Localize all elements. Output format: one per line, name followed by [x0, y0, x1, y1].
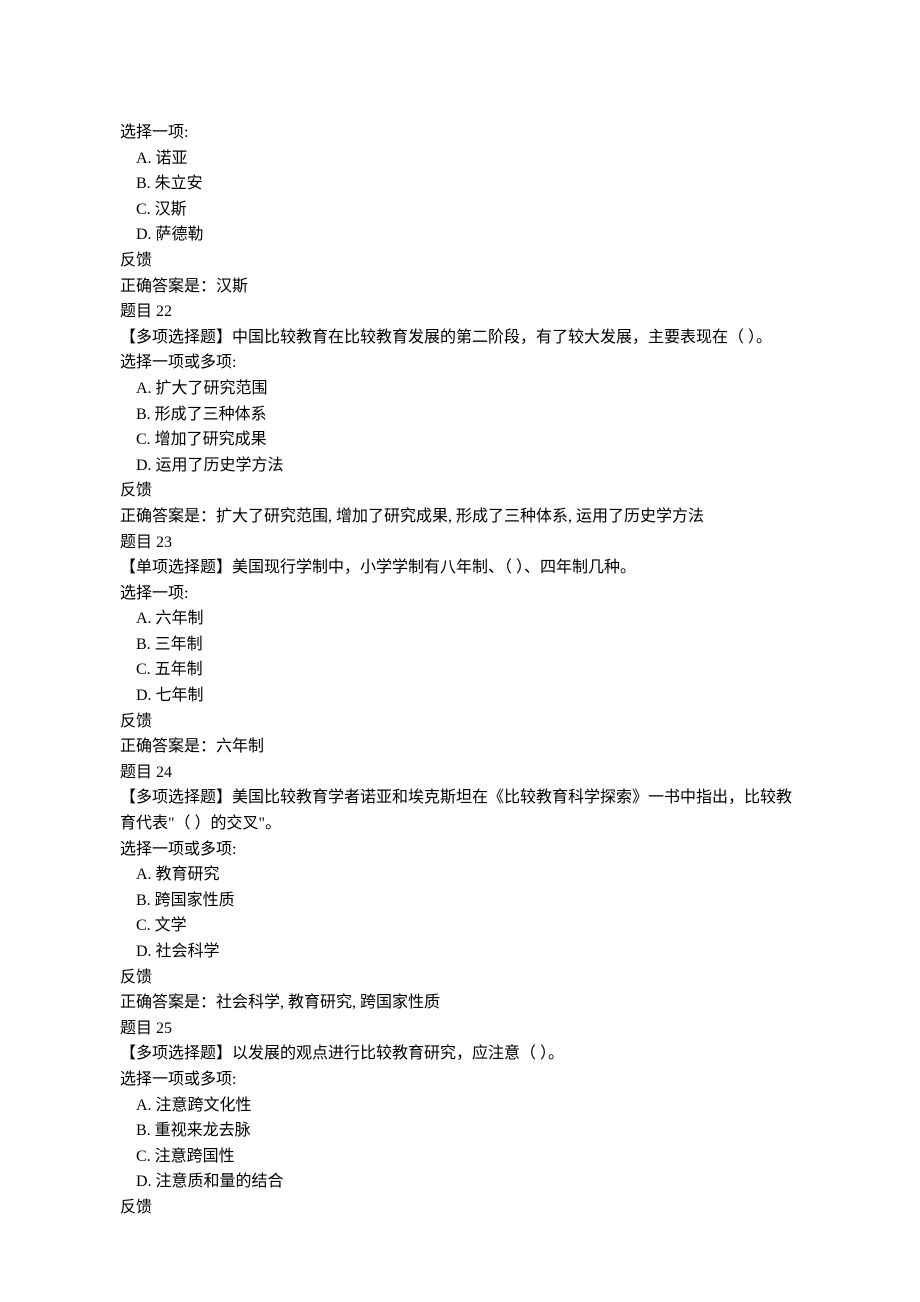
q23-option-b: B. 三年制: [120, 632, 800, 658]
q25-option-d: D. 注意质和量的结合: [120, 1169, 800, 1195]
document-page: 选择一项: A. 诺亚 B. 朱立安 C. 汉斯 D. 萨德勒 反馈 正确答案是…: [0, 0, 920, 1302]
q24-prompt: 【多项选择题】美国比较教育学者诺亚和埃克斯坦在《比较教育科学探索》一书中指出，比…: [120, 785, 800, 836]
q25-select-label: 选择一项或多项:: [120, 1067, 800, 1093]
q22-answer: 正确答案是：扩大了研究范围, 增加了研究成果, 形成了三种体系, 运用了历史学方…: [120, 504, 800, 530]
q21-option-c: C. 汉斯: [120, 197, 800, 223]
q23-answer: 正确答案是：六年制: [120, 734, 800, 760]
q24-title: 题目 24: [120, 760, 800, 786]
q23-option-c: C. 五年制: [120, 657, 800, 683]
q24-feedback-label: 反馈: [120, 965, 800, 991]
q23-option-a: A. 六年制: [120, 606, 800, 632]
q22-select-label: 选择一项或多项:: [120, 350, 800, 376]
q22-title: 题目 22: [120, 299, 800, 325]
q24-select-label: 选择一项或多项:: [120, 837, 800, 863]
q25-option-a: A. 注意跨文化性: [120, 1093, 800, 1119]
q23-feedback-label: 反馈: [120, 709, 800, 735]
q21-answer: 正确答案是：汉斯: [120, 274, 800, 300]
q23-title: 题目 23: [120, 530, 800, 556]
q25-feedback-label: 反馈: [120, 1195, 800, 1221]
q24-option-b: B. 跨国家性质: [120, 888, 800, 914]
q22-option-b: B. 形成了三种体系: [120, 402, 800, 428]
q25-title: 题目 25: [120, 1016, 800, 1042]
q22-option-c: C. 增加了研究成果: [120, 427, 800, 453]
select-one-label: 选择一项:: [120, 120, 800, 146]
q22-prompt: 【多项选择题】中国比较教育在比较教育发展的第二阶段，有了较大发展，主要表现在（ …: [120, 325, 800, 351]
q21-option-b: B. 朱立安: [120, 171, 800, 197]
q24-option-c: C. 文学: [120, 913, 800, 939]
q22-option-d: D. 运用了历史学方法: [120, 453, 800, 479]
q23-select-label: 选择一项:: [120, 581, 800, 607]
q25-option-c: C. 注意跨国性: [120, 1144, 800, 1170]
q22-option-a: A. 扩大了研究范围: [120, 376, 800, 402]
q23-option-d: D. 七年制: [120, 683, 800, 709]
q25-prompt: 【多项选择题】以发展的观点进行比较教育研究，应注意（ ）。: [120, 1041, 800, 1067]
q24-option-a: A. 教育研究: [120, 862, 800, 888]
q21-feedback-label: 反馈: [120, 248, 800, 274]
q24-option-d: D. 社会科学: [120, 939, 800, 965]
q25-option-b: B. 重视来龙去脉: [120, 1118, 800, 1144]
q24-answer: 正确答案是：社会科学, 教育研究, 跨国家性质: [120, 990, 800, 1016]
q21-option-a: A. 诺亚: [120, 146, 800, 172]
q21-option-d: D. 萨德勒: [120, 222, 800, 248]
q23-prompt: 【单项选择题】美国现行学制中，小学学制有八年制、（ ）、四年制几种。: [120, 555, 800, 581]
q22-feedback-label: 反馈: [120, 478, 800, 504]
